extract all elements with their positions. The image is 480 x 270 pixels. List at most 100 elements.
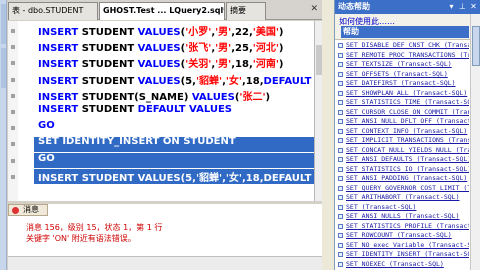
help-topic-list: SET DISABLE_DEF_CNST_CHK (Transact-SQL)S… (337, 41, 469, 269)
dock-tab-server-explorer[interactable] (1, 4, 6, 44)
help-topic-link[interactable]: SET QUERY_GOVERNOR_COST_LIMIT (Transact-… (337, 184, 469, 194)
help-topic-link[interactable]: SET REMOTE_PROC_TRANSACTIONS (Transact-S… (337, 51, 469, 61)
help-topic-icon (338, 43, 343, 48)
code-line[interactable]: INSERT STUDENT VALUES(5,'貂蝉','女',18,DEFA… (38, 72, 311, 88)
sql-keyword: DEFAULT (263, 75, 312, 87)
help-topic-link[interactable]: SET NO_exec_Variable (Transact-SQL) (337, 241, 469, 251)
sql-text: ) (278, 43, 284, 55)
help-topic-icon (338, 157, 343, 162)
document-tab-bar: 表 - dbo.STUDENT GHOST.Test ... LQuery2.s… (8, 0, 322, 20)
help-section-header[interactable]: 帮助 (341, 26, 469, 38)
close-icon[interactable]: ✕ (469, 2, 478, 11)
line-marker (11, 93, 15, 98)
help-topic-link[interactable]: SET ANSI_NULLS (Transact-SQL) (337, 212, 469, 222)
code-line[interactable]: GO (38, 153, 55, 169)
line-marker (11, 110, 15, 114)
sql-text: ,18, (242, 172, 264, 184)
help-topic-link[interactable]: SET CURSOR_CLOSE_ON_COMMIT (Transact-SQL… (337, 108, 469, 118)
sql-string: '河北' (252, 43, 279, 55)
code-line[interactable]: GO (38, 120, 55, 136)
messages-tab-label: 消息 (23, 205, 39, 214)
help-topic-icon (338, 176, 343, 181)
help-topic-link[interactable]: SET DATEFIRST (Transact-SQL) (337, 79, 469, 89)
help-topic-link[interactable]: SET STATISTICS IO (Transact-SQL) (337, 165, 469, 175)
line-marker (11, 77, 15, 82)
sql-keyword: INSERT (38, 27, 82, 38)
sql-text: ,18, (242, 75, 264, 87)
help-topic-link[interactable]: SET STATISTICS TIME (Transact-SQL) (337, 98, 469, 108)
left-dock-strip[interactable] (0, 0, 7, 270)
error-message-line: 关键字 'ON' 附近有语法错误。 (26, 234, 136, 243)
dropdown-icon[interactable]: ▾ (447, 2, 456, 11)
error-icon (12, 207, 19, 214)
line-marker (11, 45, 15, 50)
pin-icon[interactable]: ⊥ (458, 2, 467, 11)
help-topic-link[interactable]: SET ROWCOUNT (Transact-SQL) (337, 231, 469, 241)
help-topic-icon (338, 204, 343, 210)
sql-keyword: VALUES (137, 43, 181, 55)
help-topic-icon (338, 147, 343, 153)
help-topic-link[interactable]: SET TEXTSIZE (Transact-SQL) (337, 60, 469, 70)
sql-keyword: VALUES (137, 59, 181, 71)
help-topic-link[interactable]: SET (Transact-SQL) (337, 203, 469, 213)
selection-highlight (34, 153, 314, 169)
help-topic-link[interactable]: SET ANSI_DEFAULTS (Transact-SQL) (337, 155, 469, 165)
dock-tab-toolbox[interactable] (1, 48, 6, 88)
help-topic-icon (338, 119, 343, 124)
line-marker (11, 158, 15, 163)
code-line[interactable]: INSERT STUDENT(S_NAME) VALUES('张二') (38, 88, 270, 104)
code-line[interactable]: INSERT STUDENT DEFAULT VALUES (38, 104, 232, 120)
help-topic-link[interactable]: SET NOEXEC (Transact-SQL) (337, 260, 469, 270)
sql-text: (5, (180, 75, 196, 87)
sql-string: '关羽' (185, 59, 212, 71)
help-topic-link[interactable]: SET CONTEXT_INFO (Transact-SQL) (337, 127, 469, 137)
tab-student-table[interactable]: 表 - dbo.STUDENT (8, 2, 98, 20)
sql-text: STUDENT (81, 172, 138, 184)
help-scrollbar[interactable] (470, 14, 480, 270)
help-topic-link[interactable]: SET ARITHABORT (Transact-SQL) (337, 193, 469, 203)
line-marker (11, 61, 15, 66)
sql-text: STUDENT(S_NAME) (81, 91, 192, 103)
messages-panel: 消息 消息 156，级别 15，状态 1，第 1 行 关键字 'ON' 附近有语… (8, 202, 322, 270)
splitter[interactable] (322, 0, 334, 270)
editor-scrollbar[interactable] (314, 21, 322, 201)
help-topic-icon (338, 185, 343, 191)
editor-gutter (8, 21, 18, 201)
sql-text: ) (265, 91, 271, 103)
help-topic-link[interactable]: SET CONCAT_NULL_YIELDS_NULL (Transact-SQ… (337, 146, 469, 156)
messages-tab[interactable]: 消息 (8, 204, 48, 216)
help-topic-link[interactable]: SET SHOWPLAN_ALL (Transact-SQL) (337, 89, 469, 99)
help-topic-link[interactable]: SET ANSI_PADDING (Transact-SQL) (337, 174, 469, 184)
code-line[interactable]: INSERT STUDENT VALUES('小罗','男',22,'美国') (38, 23, 283, 39)
tab-summary[interactable]: 摘要 (226, 2, 266, 20)
sql-editor[interactable]: INSERT STUDENT VALUES('小罗','男',22,'美国') I… (8, 21, 314, 201)
help-topic-icon (338, 242, 343, 248)
sql-keyword: SET IDENTITY_INSERT ON STUDENT (38, 136, 236, 148)
help-topic-link[interactable]: SET OFFSETS (Transact-SQL) (337, 70, 469, 80)
close-icon[interactable]: ✕ (310, 4, 318, 14)
help-topic-icon (338, 52, 343, 58)
sql-text: STUDENT (81, 59, 138, 71)
sql-string: '河南' (252, 59, 279, 71)
help-topic-link[interactable]: SET IMPLICIT_TRANSACTIONS (Transact-SQL) (337, 136, 469, 146)
sql-text: (5, (180, 172, 196, 184)
sql-string: '貂蝉' (195, 75, 223, 87)
code-line[interactable]: INSERT STUDENT VALUES('关羽','男',18,'河南') (38, 55, 283, 71)
help-topic-link[interactable]: SET STATISTICS PROFILE (Transact-SQL) (337, 222, 469, 232)
code-line[interactable]: INSERT STUDENT VALUES('张飞','男',25,'河北') (38, 39, 283, 55)
sql-string: '张飞' (185, 43, 212, 55)
code-line[interactable]: SET IDENTITY_INSERT ON STUDENT (38, 136, 236, 152)
sql-keyword: INSERT (38, 104, 82, 115)
help-topic-icon (338, 138, 343, 143)
sql-keyword: DEFAULT (263, 172, 312, 184)
help-topic-icon (338, 223, 343, 229)
dynamic-help-panel: 动态帮助 ▾ ⊥ ✕ 如何使用此…… 帮助 SET DISABLE_DEF_CN… (334, 0, 480, 270)
help-topic-icon (338, 261, 343, 267)
tab-query-editor[interactable]: GHOST.Test ... LQuery2.sql* (99, 2, 225, 20)
code-line[interactable]: INSERT STUDENT VALUES(5,'貂蝉','女',18,DEFA… (38, 169, 311, 185)
sql-string: '女' (225, 172, 242, 184)
help-topic-link[interactable]: SET IDENTITY_INSERT (Transact-SQL) (337, 250, 469, 260)
help-topic-link[interactable]: SET ANSI_NULL_DFLT_OFF (Transact-SQL) (337, 117, 469, 127)
sql-text: ) (278, 59, 284, 71)
help-topic-link[interactable]: SET DISABLE_DEF_CNST_CHK (Transact-SQL) (337, 41, 469, 51)
